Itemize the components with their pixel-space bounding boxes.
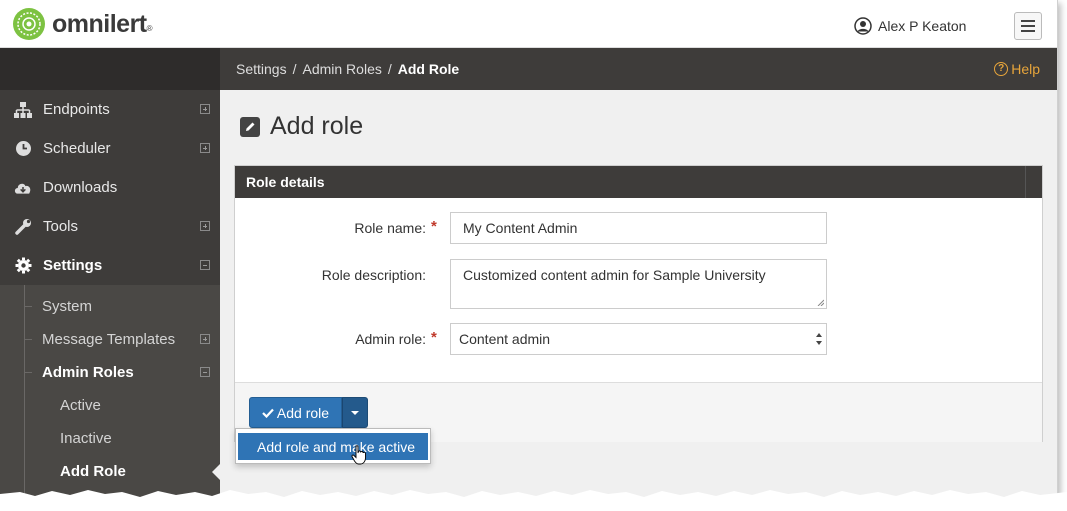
- sidebar-item-add-role[interactable]: Add Role: [0, 455, 220, 488]
- collapse-icon[interactable]: [200, 367, 210, 377]
- add-role-dropdown-menu: Add role and make active: [235, 428, 431, 464]
- sidebar-item-label: Add Role: [60, 463, 126, 480]
- top-bar: omnilert® Alex P Keaton: [0, 0, 1057, 48]
- add-role-button[interactable]: Add role: [249, 397, 342, 428]
- sidebar-item-inactive[interactable]: Inactive: [0, 422, 220, 455]
- caret-down-icon: [351, 410, 359, 415]
- sidebar-item-label: Scheduler: [43, 140, 111, 157]
- help-link[interactable]: ? Help: [994, 61, 1040, 77]
- sidebar-item-settings[interactable]: Settings: [0, 246, 220, 285]
- app-window: omnilert® Alex P Keaton Endpoints Schedu…: [0, 0, 1058, 511]
- breadcrumb: Settings / Admin Roles / Add Role ? Help: [220, 48, 1057, 90]
- question-circle-icon: ?: [994, 62, 1009, 76]
- sidebar: Endpoints Scheduler Downloads Tools Sett…: [0, 48, 220, 511]
- breadcrumb-admin-roles[interactable]: Admin Roles: [302, 61, 381, 77]
- sitemap-icon: [14, 101, 32, 119]
- sidebar-item-label: Message Templates: [42, 331, 176, 348]
- sidebar-item-message-templates[interactable]: Message Templates: [0, 323, 220, 356]
- user-menu[interactable]: Alex P Keaton: [854, 17, 966, 35]
- sidebar-item-label: Tools: [43, 218, 79, 235]
- gear-icon: [14, 257, 32, 275]
- sidebar-item-label: Downloads: [43, 179, 118, 196]
- sidebar-item-label: Settings: [43, 257, 103, 274]
- add-role-and-make-active-item[interactable]: Add role and make active: [238, 433, 428, 460]
- sidebar-header: [0, 48, 220, 90]
- expand-icon[interactable]: [200, 221, 210, 231]
- sidebar-item-system[interactable]: System: [0, 290, 220, 323]
- role-name-label: Role name:: [354, 220, 426, 236]
- user-circle-icon: [854, 17, 872, 35]
- add-role-button-group: Add role: [249, 397, 368, 428]
- expand-icon[interactable]: [200, 334, 210, 344]
- role-description-textarea[interactable]: Customized content admin for Sample Univ…: [450, 259, 827, 309]
- sidebar-item-label: System: [42, 298, 93, 315]
- sidebar-item-label: Active: [60, 397, 101, 414]
- expand-icon[interactable]: [200, 104, 210, 114]
- check-icon: [262, 408, 274, 418]
- sidebar-item-label: Inactive: [60, 430, 112, 447]
- hand-cursor-icon: [351, 445, 366, 465]
- breadcrumb-settings[interactable]: Settings: [236, 61, 287, 77]
- role-details-panel: Role details Role name: * My Content Adm…: [234, 165, 1043, 442]
- breadcrumb-add-role: Add Role: [397, 61, 460, 77]
- role-name-input[interactable]: My Content Admin: [450, 212, 827, 244]
- omnilert-logo-icon: [13, 8, 45, 40]
- select-arrows-icon: [816, 333, 822, 345]
- required-marker: *: [431, 218, 437, 235]
- active-indicator-icon: [212, 464, 220, 480]
- hamburger-icon: [1021, 20, 1035, 22]
- sidebar-item-label: Admin Roles: [42, 364, 134, 381]
- sidebar-item-active[interactable]: Active: [0, 389, 220, 422]
- sidebar-item-endpoints[interactable]: Endpoints: [0, 90, 220, 129]
- sidebar-item-downloads[interactable]: Downloads: [0, 168, 220, 207]
- page-title: Add role: [240, 112, 363, 141]
- cloud-download-icon: [14, 179, 32, 197]
- torn-edge-decoration: [0, 490, 1067, 511]
- collapse-icon[interactable]: [200, 260, 210, 270]
- admin-role-select[interactable]: Content admin: [450, 323, 827, 355]
- user-name: Alex P Keaton: [878, 18, 967, 34]
- expand-icon[interactable]: [200, 143, 210, 153]
- hamburger-menu-button[interactable]: [1014, 12, 1042, 40]
- clock-icon: [14, 140, 32, 158]
- sidebar-item-scheduler[interactable]: Scheduler: [0, 129, 220, 168]
- sidebar-item-admin-roles[interactable]: Admin Roles: [0, 356, 220, 389]
- logo-text: omnilert®: [52, 10, 153, 38]
- sidebar-item-label: Endpoints: [43, 101, 110, 118]
- pencil-square-icon: [240, 116, 260, 137]
- settings-submenu: System Message Templates Admin Roles Act…: [0, 285, 220, 508]
- required-marker: *: [431, 329, 437, 346]
- resize-handle-icon[interactable]: [817, 299, 824, 306]
- wrench-icon: [14, 218, 32, 236]
- sidebar-item-tools[interactable]: Tools: [0, 207, 220, 246]
- add-role-dropdown-toggle[interactable]: [342, 397, 368, 428]
- role-description-label: Role description:: [321, 267, 426, 283]
- admin-role-label: Admin role:: [355, 331, 426, 347]
- panel-header: Role details: [235, 166, 1042, 198]
